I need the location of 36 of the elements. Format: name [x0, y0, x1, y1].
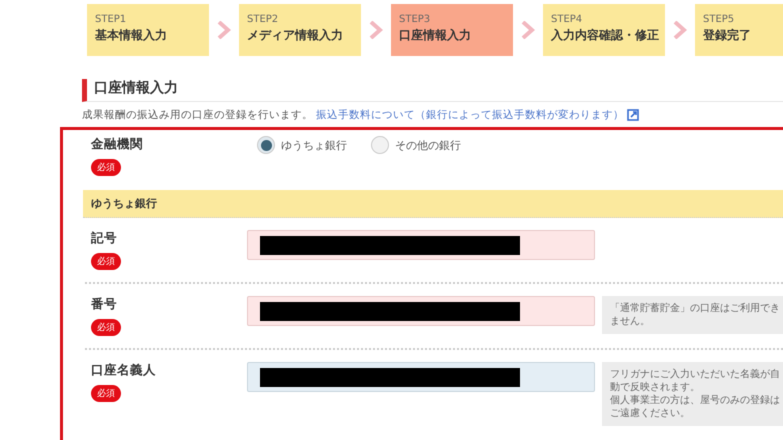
chevron-icon	[217, 21, 231, 39]
step-label: 口座情報入力	[399, 27, 472, 44]
step-number: STEP4	[551, 14, 584, 25]
description-text: 成果報酬の振込み用の口座の登録を行います。	[82, 108, 313, 122]
fee-link[interactable]: 振込手数料について（銀行によって振込手数料が変わります）	[316, 108, 624, 122]
required-badge: 必須	[91, 385, 121, 402]
field-label: 記号	[91, 230, 118, 247]
input-field[interactable]	[247, 230, 595, 260]
input-field[interactable]	[247, 362, 595, 392]
chevron-icon	[673, 21, 687, 39]
chevron-icon	[369, 21, 383, 39]
field-label: 番号	[91, 296, 118, 313]
required-badge: 必須	[91, 319, 121, 336]
step-number: STEP2	[247, 14, 280, 25]
step-label: 登録完了	[703, 27, 752, 44]
section-heading: 口座情報入力	[82, 79, 783, 102]
help-note: 「通常貯蓄貯金」の口座はご利用でき ません。	[602, 296, 783, 334]
required-badge: 必須	[91, 253, 121, 270]
radio-label[interactable]: その他の銀行	[395, 138, 461, 152]
required-badge: 必須	[91, 159, 121, 176]
step-number: STEP1	[95, 14, 128, 25]
external-link-icon[interactable]	[627, 109, 639, 121]
section-band: ゆうちょ銀行	[83, 190, 783, 218]
step-number: STEP5	[703, 14, 736, 25]
field-label: 口座名義人	[91, 362, 157, 379]
chevron-icon	[521, 21, 535, 39]
radio-button[interactable]	[257, 136, 275, 154]
step-label: 入力内容確認・修正	[551, 27, 657, 44]
step-label: 基本情報入力	[95, 27, 168, 44]
step-label: メディア情報入力	[247, 27, 344, 44]
help-note: フリガナにご入力いただいた名義が自 動で反映されます。 個人事業主の方は、屋号のみの登録は ご遠慮ください。	[602, 362, 783, 426]
step-number: STEP3	[399, 14, 432, 25]
input-field[interactable]	[247, 296, 595, 326]
radio-label[interactable]: ゆうちょ銀行	[281, 138, 347, 152]
radio-button[interactable]	[371, 136, 389, 154]
field-label: 金融機関	[91, 136, 144, 153]
